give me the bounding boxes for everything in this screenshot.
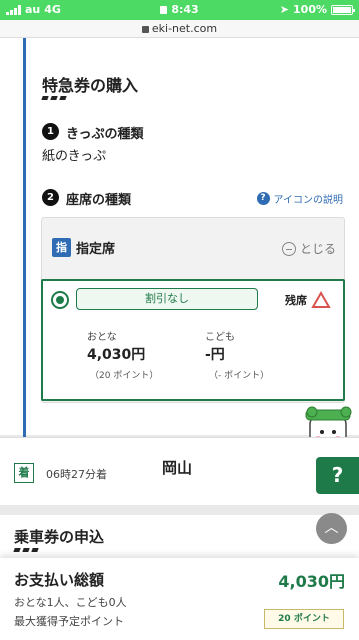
question-icon: ? xyxy=(256,192,270,205)
title-underline xyxy=(41,96,69,100)
scroll-top-button[interactable]: ︿ xyxy=(316,513,347,544)
help-link-label: アイコンの説明 xyxy=(273,195,344,206)
step-label-seat-type: 座席の種類 xyxy=(66,193,132,208)
section-title: 特急券の購入 xyxy=(42,76,139,95)
ticket-type-value: 紙のきっぷ xyxy=(42,149,107,164)
arrival-badge: 着 xyxy=(14,463,34,483)
lock-icon xyxy=(141,26,149,33)
step-label-ticket-type: きっぷの種類 xyxy=(66,127,144,142)
url-bar[interactable]: eki-net.com xyxy=(0,20,359,38)
clock: 8:43 xyxy=(171,3,199,16)
remaining-label: 残席 xyxy=(285,294,307,307)
seat-type-header: 指 指定席 xyxy=(52,238,115,257)
reserved-seat-badge: 指 xyxy=(52,238,71,257)
help-button[interactable]: ? xyxy=(316,457,359,494)
url-domain: eki-net.com xyxy=(151,22,218,35)
status-bar: au 4G 8:43 ➤ 100% xyxy=(0,0,359,20)
child-label: こども xyxy=(205,332,235,343)
triangle-icon xyxy=(311,291,331,308)
status-right: ➤ 100% xyxy=(279,3,355,16)
reserved-seat-label: 指定席 xyxy=(76,242,116,257)
fare-option-radio[interactable] xyxy=(51,291,69,309)
close-toggle[interactable]: とじる xyxy=(281,240,336,257)
ticket-section-title: 乗車券の申込 xyxy=(14,528,105,546)
arrival-time: 06時27分着 xyxy=(46,468,107,481)
route-line xyxy=(23,38,26,456)
child-price: -円 xyxy=(205,347,225,363)
step-number-1: 1 xyxy=(42,123,59,140)
adult-price: 4,030円 xyxy=(87,347,146,363)
close-label: とじる xyxy=(299,242,336,256)
remaining-seats: 残席 xyxy=(285,291,331,309)
child-points: （- ポイント） xyxy=(209,371,270,381)
summary-points-badge: 20 ポイント xyxy=(264,609,344,629)
summary-title: お支払い総額 xyxy=(14,571,105,589)
ticket-title-underline xyxy=(13,548,41,552)
adult-points: （20 ポイント） xyxy=(90,371,159,381)
summary-total: 4,030円 xyxy=(278,572,345,591)
lock-icon xyxy=(160,5,168,14)
minus-circle-icon xyxy=(281,241,296,256)
section-divider xyxy=(0,505,359,515)
summary-people: おとな1人、こども0人 xyxy=(14,596,127,609)
icon-help-link[interactable]: ? アイコンの説明 xyxy=(256,191,344,206)
battery-icon xyxy=(331,4,355,15)
step-number-2: 2 xyxy=(42,189,59,206)
arrival-station: 岡山 xyxy=(162,459,193,477)
discount-label: 割引なし xyxy=(76,288,258,310)
location-icon: ➤ xyxy=(279,3,290,16)
battery-percent: 100% xyxy=(293,3,327,16)
adult-label: おとな xyxy=(87,332,117,343)
summary-points-label: 最大獲得予定ポイント xyxy=(14,615,124,628)
